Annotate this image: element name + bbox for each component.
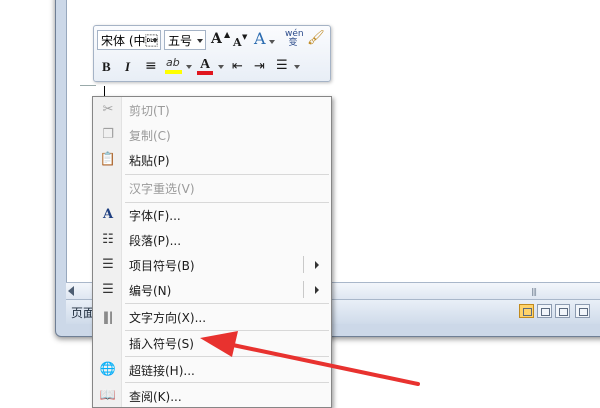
text-direction-icon: ‖| xyxy=(102,310,114,324)
menu-item-label: 项目符号(B) xyxy=(129,259,195,273)
lookup-icon: 📖 xyxy=(99,388,117,403)
menu-item-paragraph[interactable]: ☷ 段落(P)... xyxy=(93,228,331,252)
bold-button[interactable]: B xyxy=(102,59,111,75)
paragraph-icon: ☷ xyxy=(102,232,114,247)
grow-font-button[interactable]: A xyxy=(211,31,222,47)
font-icon: A xyxy=(102,207,114,222)
numbering-icon: ☰ xyxy=(102,282,114,297)
menu-item-hyperlink[interactable]: 🌐 超链接(H)... xyxy=(93,358,331,382)
chevron-down-icon[interactable] xyxy=(152,39,158,43)
menu-item-label: 编号(N) xyxy=(129,284,172,298)
grow-font-icon: ▲ xyxy=(224,30,231,39)
menu-item-cut[interactable]: ✂ 剪切(T) xyxy=(93,98,331,122)
chevron-down-icon[interactable] xyxy=(294,65,300,69)
menu-item-label: 查阅(K)... xyxy=(129,390,182,404)
shrink-font-icon: ▼ xyxy=(242,33,248,41)
font-size-value: 五号 xyxy=(168,34,193,48)
submenu-divider xyxy=(303,256,304,273)
font-name-combo[interactable]: 宋体 (中 xyxy=(97,30,161,50)
font-color-swatch xyxy=(197,71,213,75)
menu-item-label: 复制(C) xyxy=(129,129,171,143)
copy-icon: ❐ xyxy=(102,127,114,142)
bullets-icon: ☰ xyxy=(102,257,114,272)
context-menu: ✂ 剪切(T) ❐ 复制(C) 📋 粘贴(P) 汉字重选(V) A 字体(F).… xyxy=(92,96,332,408)
menu-item-paste[interactable]: 📋 粘贴(P) xyxy=(93,148,331,172)
menu-item-label: 段落(P)... xyxy=(129,234,182,248)
format-painter-icon[interactable]: 🖌 xyxy=(307,30,325,46)
margin-marker xyxy=(80,85,96,86)
font-size-combo[interactable]: 五号 xyxy=(164,30,206,50)
menu-item-copy[interactable]: ❐ 复制(C) xyxy=(93,123,331,147)
menu-item-label: 粘贴(P) xyxy=(129,154,170,168)
chevron-down-icon[interactable] xyxy=(197,39,203,43)
font-name-value: 宋体 (中 xyxy=(101,34,158,48)
menu-separator xyxy=(125,382,329,383)
chevron-right-icon[interactable] xyxy=(315,261,319,269)
chevron-down-icon[interactable] xyxy=(186,65,192,69)
menu-item-label: 字体(F)... xyxy=(129,209,181,223)
menu-item-bullets[interactable]: ☰ 项目符号(B) xyxy=(93,253,331,277)
bullets-icon[interactable]: ☰ xyxy=(276,58,288,74)
chevron-right-icon[interactable] xyxy=(315,286,319,294)
menu-item-text-direction[interactable]: ‖| 文字方向(X)... xyxy=(93,305,331,329)
menu-separator xyxy=(125,303,329,304)
styles-button[interactable]: A xyxy=(254,31,266,47)
increase-indent-icon[interactable]: ⇥ xyxy=(254,59,265,75)
paste-icon: 📋 xyxy=(99,152,117,167)
mini-toolbar: 宋体 (中 五号 A ▲ A ▼ A wén 变 🖌 B I ≡ ab A ⇤ … xyxy=(93,25,331,82)
menu-item-insert-symbol[interactable]: 插入符号(S) xyxy=(93,331,331,355)
scroll-grip-icon[interactable]: ||| xyxy=(531,287,537,296)
menu-item-label: 汉字重选(V) xyxy=(129,182,195,196)
menu-item-label: 剪切(T) xyxy=(129,104,170,118)
scroll-left-icon[interactable] xyxy=(68,286,74,296)
menu-item-font[interactable]: A 字体(F)... xyxy=(93,203,331,227)
scissors-icon: ✂ xyxy=(102,102,114,117)
menu-item-lookup[interactable]: 📖 查阅(K)... xyxy=(93,384,331,407)
submenu-divider xyxy=(303,281,304,298)
chevron-down-icon[interactable] xyxy=(218,65,224,69)
menu-item-label: 超链接(H)... xyxy=(129,364,195,378)
menu-item-reconvert[interactable]: 汉字重选(V) xyxy=(93,176,331,200)
italic-button[interactable]: I xyxy=(125,59,130,75)
shrink-font-button[interactable]: A xyxy=(233,35,242,51)
menu-separator xyxy=(125,174,329,175)
decrease-indent-icon[interactable]: ⇤ xyxy=(232,59,243,75)
center-align-button[interactable]: ≡ xyxy=(145,58,157,74)
phonetic-guide-button[interactable]: wén 变 xyxy=(285,30,304,48)
menu-item-label: 文字方向(X)... xyxy=(129,311,207,325)
menu-item-label: 插入符号(S) xyxy=(129,337,194,351)
chevron-down-icon[interactable] xyxy=(269,40,275,44)
menu-item-numbering[interactable]: ☰ 编号(N) xyxy=(93,278,331,302)
hyperlink-icon: 🌐 xyxy=(99,362,117,377)
menu-separator xyxy=(125,356,329,357)
web-layout-view-icon[interactable] xyxy=(555,304,570,318)
full-screen-view-icon[interactable] xyxy=(537,304,552,318)
highlight-color-swatch xyxy=(165,70,182,74)
outline-view-icon[interactable] xyxy=(575,304,590,318)
highlight-button[interactable]: ab xyxy=(166,55,180,71)
print-layout-view-icon[interactable] xyxy=(519,304,534,318)
